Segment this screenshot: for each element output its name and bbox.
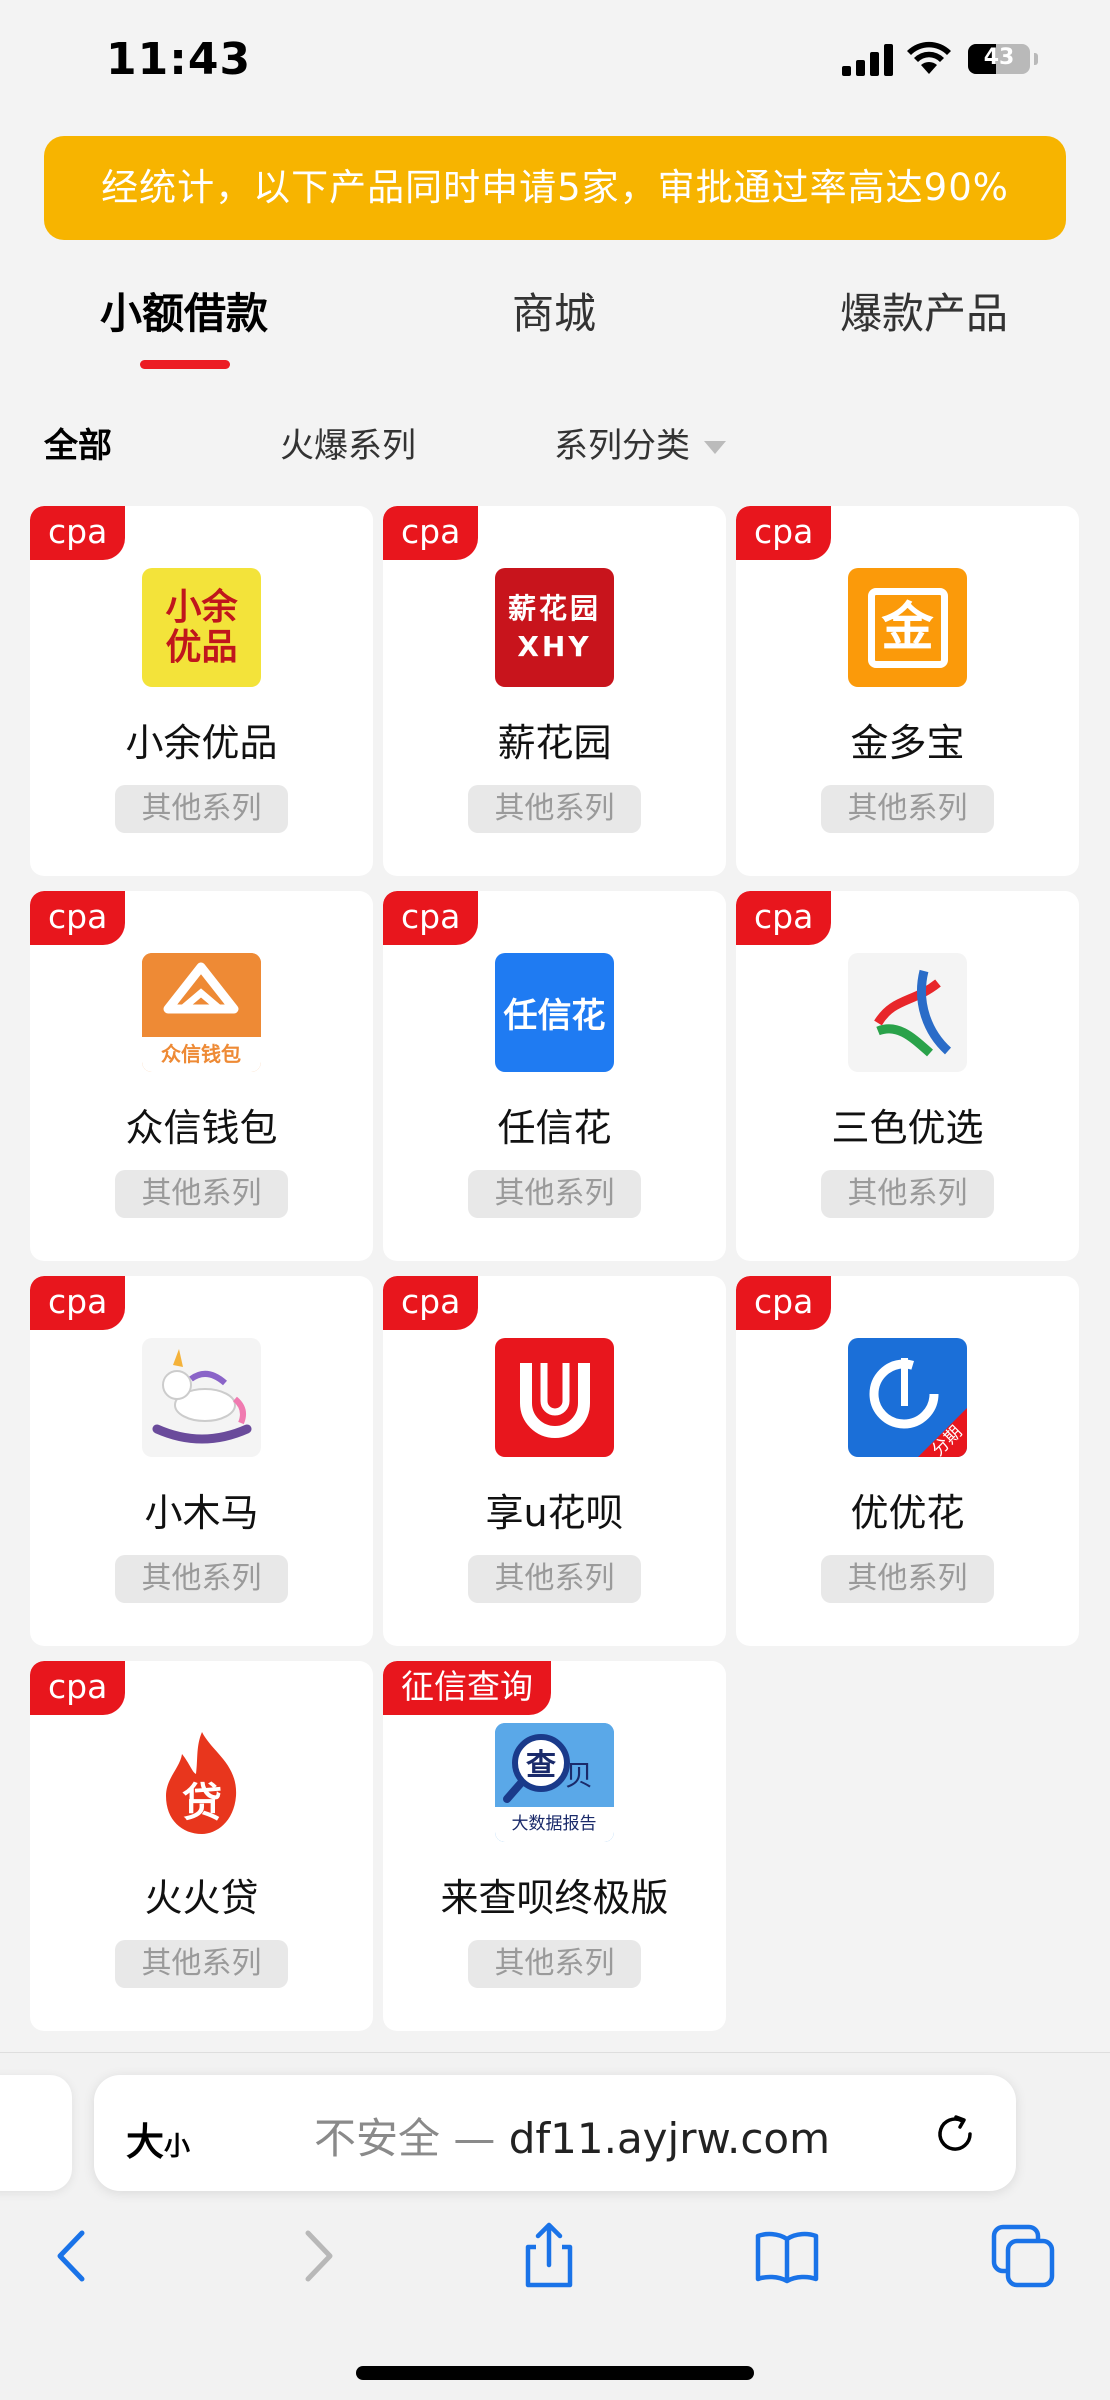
product-card[interactable]: cpa 享u花呗其他系列 <box>383 1276 726 1646</box>
reload-icon[interactable] <box>932 2111 978 2157</box>
address-bar[interactable]: 大小 不安全 — df11.ayjrw.com <box>94 2075 1016 2191</box>
product-card[interactable]: cpa 任信花 任信花 其他系列 <box>383 891 726 1261</box>
text-size-button[interactable]: 大小 <box>126 2111 190 2166</box>
text-size-small-label: 小 <box>164 2132 191 2162</box>
product-series-badge: 其他系列 <box>115 1555 288 1603</box>
active-tab-indicator <box>140 360 230 369</box>
back-arrow-icon[interactable] <box>40 2221 110 2291</box>
product-series-badge: 其他系列 <box>115 1170 288 1218</box>
product-tag-badge: 征信查询 <box>383 1661 551 1715</box>
battery-icon: 43 <box>968 44 1030 74</box>
svg-text:大数据报告: 大数据报告 <box>512 1814 597 1833</box>
svg-text:众信钱包: 众信钱包 <box>161 1042 241 1066</box>
product-tag-badge: cpa <box>383 891 479 945</box>
product-tag-badge: cpa <box>736 891 832 945</box>
tabs-icon[interactable] <box>988 2221 1058 2291</box>
category-tabs: 小额借款 商城 爆款产品 <box>0 270 1110 380</box>
renxinhua-logo: 任信花 <box>495 953 614 1072</box>
product-name: 火火贷 <box>144 1876 259 1920</box>
product-series-badge: 其他系列 <box>468 1555 641 1603</box>
product-name: 金多宝 <box>850 721 965 765</box>
product-name: 薪花园 <box>497 721 612 765</box>
product-name: 众信钱包 <box>125 1106 278 1150</box>
product-series-badge: 其他系列 <box>468 1940 641 1988</box>
product-name: 任信花 <box>497 1106 612 1150</box>
product-name: 优优花 <box>850 1491 965 1535</box>
product-tag-badge: cpa <box>30 891 126 945</box>
forward-arrow-icon[interactable] <box>280 2221 350 2291</box>
product-series-badge: 其他系列 <box>821 785 994 833</box>
product-card[interactable]: 征信查询查贝大数据报告来查呗终极版其他系列 <box>383 1661 726 2031</box>
filter-bar: 全部 火爆系列 系列分类 <box>0 410 1110 480</box>
status-time: 11:43 <box>106 34 252 85</box>
filter-series-category-label: 系列分类 <box>554 426 690 466</box>
text-size-large-label: 大 <box>126 2120 165 2164</box>
product-series-badge: 其他系列 <box>821 1555 994 1603</box>
product-name: 小木马 <box>144 1491 259 1535</box>
product-tag-badge: cpa <box>736 1276 832 1330</box>
bookmarks-icon[interactable] <box>752 2221 822 2291</box>
product-card[interactable]: cpa 薪花园 XHY 薪花园其他系列 <box>383 506 726 876</box>
product-card[interactable]: cpa 众信钱包 众信钱包 其他系列 <box>30 891 373 1261</box>
product-tag-badge: cpa <box>383 1276 479 1330</box>
product-name: 享u花呗 <box>485 1491 624 1535</box>
product-tag-badge: cpa <box>30 1661 126 1715</box>
laichabei-logo: 查贝大数据报告 <box>495 1723 614 1842</box>
share-icon[interactable] <box>514 2221 584 2291</box>
product-series-badge: 其他系列 <box>468 1170 641 1218</box>
url-display[interactable]: 不安全 — df11.ayjrw.com <box>314 2105 830 2166</box>
jinduobao-logo: 金 <box>848 568 967 687</box>
product-card[interactable]: cpa 分期优优花其他系列 <box>736 1276 1079 1646</box>
rocking-horse-logo <box>142 1338 261 1457</box>
tab-small-loan[interactable]: 小额借款 <box>100 280 268 341</box>
svg-text:贷: 贷 <box>182 1781 222 1825</box>
cellular-signal-icon <box>842 44 894 76</box>
product-name: 小余优品 <box>125 721 278 765</box>
product-card[interactable]: cpa 金金多宝其他系列 <box>736 506 1079 876</box>
battery-tip <box>1034 53 1038 65</box>
product-card[interactable]: cpa 小余 优品小余优品其他系列 <box>30 506 373 876</box>
product-series-badge: 其他系列 <box>468 785 641 833</box>
product-tag-badge: cpa <box>736 506 832 560</box>
url-domain: df11.ayjrw.com <box>508 2114 831 2163</box>
xinhuayuan-logo: 薪花园 XHY <box>495 568 614 687</box>
browser-nav-bar <box>0 2221 1110 2321</box>
svg-text:贝: 贝 <box>565 1760 593 1791</box>
not-secure-label: 不安全 — <box>314 2114 509 2163</box>
zhongxin-logo: 众信钱包 <box>142 953 261 1072</box>
svg-text:查: 查 <box>526 1749 556 1782</box>
product-name: 三色优选 <box>831 1106 984 1150</box>
battery-level: 43 <box>983 45 1015 70</box>
browser-toolbar: 大小 不安全 — df11.ayjrw.com <box>0 2052 1110 2400</box>
product-card[interactable]: cpa 三色优选其他系列 <box>736 891 1079 1261</box>
product-tag-badge: cpa <box>30 506 126 560</box>
caret-down-icon <box>704 441 726 454</box>
flame-logo: 贷 <box>142 1723 261 1842</box>
product-series-badge: 其他系列 <box>115 785 288 833</box>
wifi-icon <box>907 41 951 74</box>
home-indicator <box>356 2366 754 2380</box>
product-series-badge: 其他系列 <box>821 1170 994 1218</box>
xiaoyu-logo: 小余 优品 <box>142 568 261 687</box>
filter-series-category[interactable]: 系列分类 <box>554 418 726 467</box>
filter-all[interactable]: 全部 <box>44 418 112 467</box>
product-tag-badge: cpa <box>30 1276 126 1330</box>
tab-hot-products[interactable]: 爆款产品 <box>840 280 1008 341</box>
sanse-logo <box>848 953 967 1072</box>
product-card[interactable]: cpa 贷火火贷其他系列 <box>30 1661 373 2031</box>
status-bar: 11:43 43 <box>0 0 1110 120</box>
tab-mall[interactable]: 商城 <box>512 280 596 341</box>
product-series-badge: 其他系列 <box>115 1940 288 1988</box>
product-name: 来查呗终极版 <box>440 1876 669 1920</box>
xiangu-logo <box>495 1338 614 1457</box>
youyouhua-logo: 分期 <box>848 1338 967 1457</box>
previous-tab-preview[interactable] <box>0 2075 72 2191</box>
product-tag-badge: cpa <box>383 506 479 560</box>
filter-hot-series[interactable]: 火爆系列 <box>280 418 416 467</box>
product-card[interactable]: cpa 小木马其他系列 <box>30 1276 373 1646</box>
promo-banner: 经统计，以下产品同时申请5家，审批通过率高达90% <box>44 136 1066 240</box>
